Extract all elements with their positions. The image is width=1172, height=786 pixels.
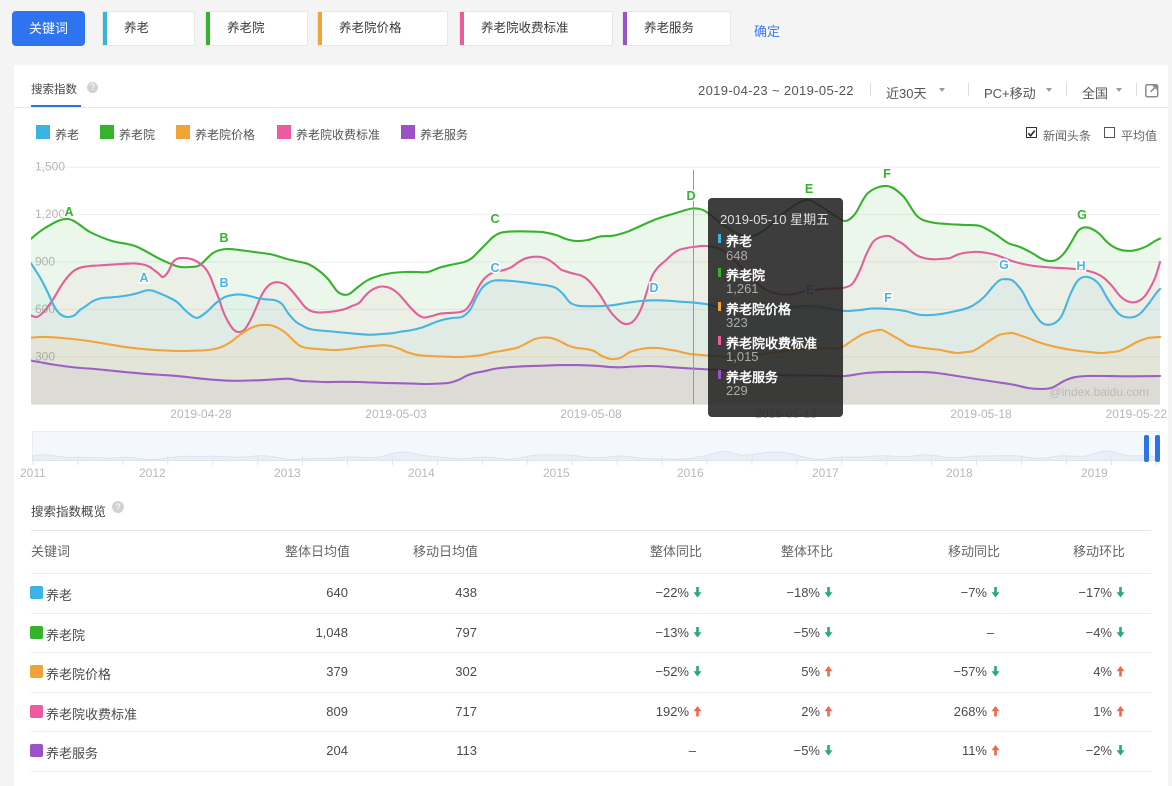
svg-text:C: C: [490, 261, 499, 275]
svg-text:2019-04-28: 2019-04-28: [170, 407, 232, 421]
svg-text:1,200: 1,200: [35, 207, 65, 221]
svg-text:G: G: [1077, 208, 1087, 222]
svg-text:B: B: [219, 276, 228, 290]
svg-text:F: F: [883, 167, 891, 181]
svg-text:D: D: [649, 281, 658, 295]
svg-text:A: A: [139, 271, 148, 285]
svg-text:2019-05-08: 2019-05-08: [560, 407, 622, 421]
svg-text:A: A: [64, 205, 73, 219]
svg-text:1,500: 1,500: [35, 160, 65, 174]
svg-text:B: B: [219, 231, 228, 245]
svg-text:H: H: [1076, 259, 1085, 273]
svg-text:E: E: [805, 182, 813, 196]
svg-text:2019-05-18: 2019-05-18: [950, 407, 1012, 421]
svg-text:G: G: [999, 258, 1009, 272]
svg-text:C: C: [490, 212, 499, 226]
svg-text:F: F: [884, 291, 892, 305]
svg-text:2019-05-22: 2019-05-22: [1106, 407, 1168, 421]
svg-text:D: D: [686, 189, 695, 203]
svg-text:2019-05-03: 2019-05-03: [365, 407, 427, 421]
svg-text:@index.baidu.com: @index.baidu.com: [1049, 385, 1149, 399]
